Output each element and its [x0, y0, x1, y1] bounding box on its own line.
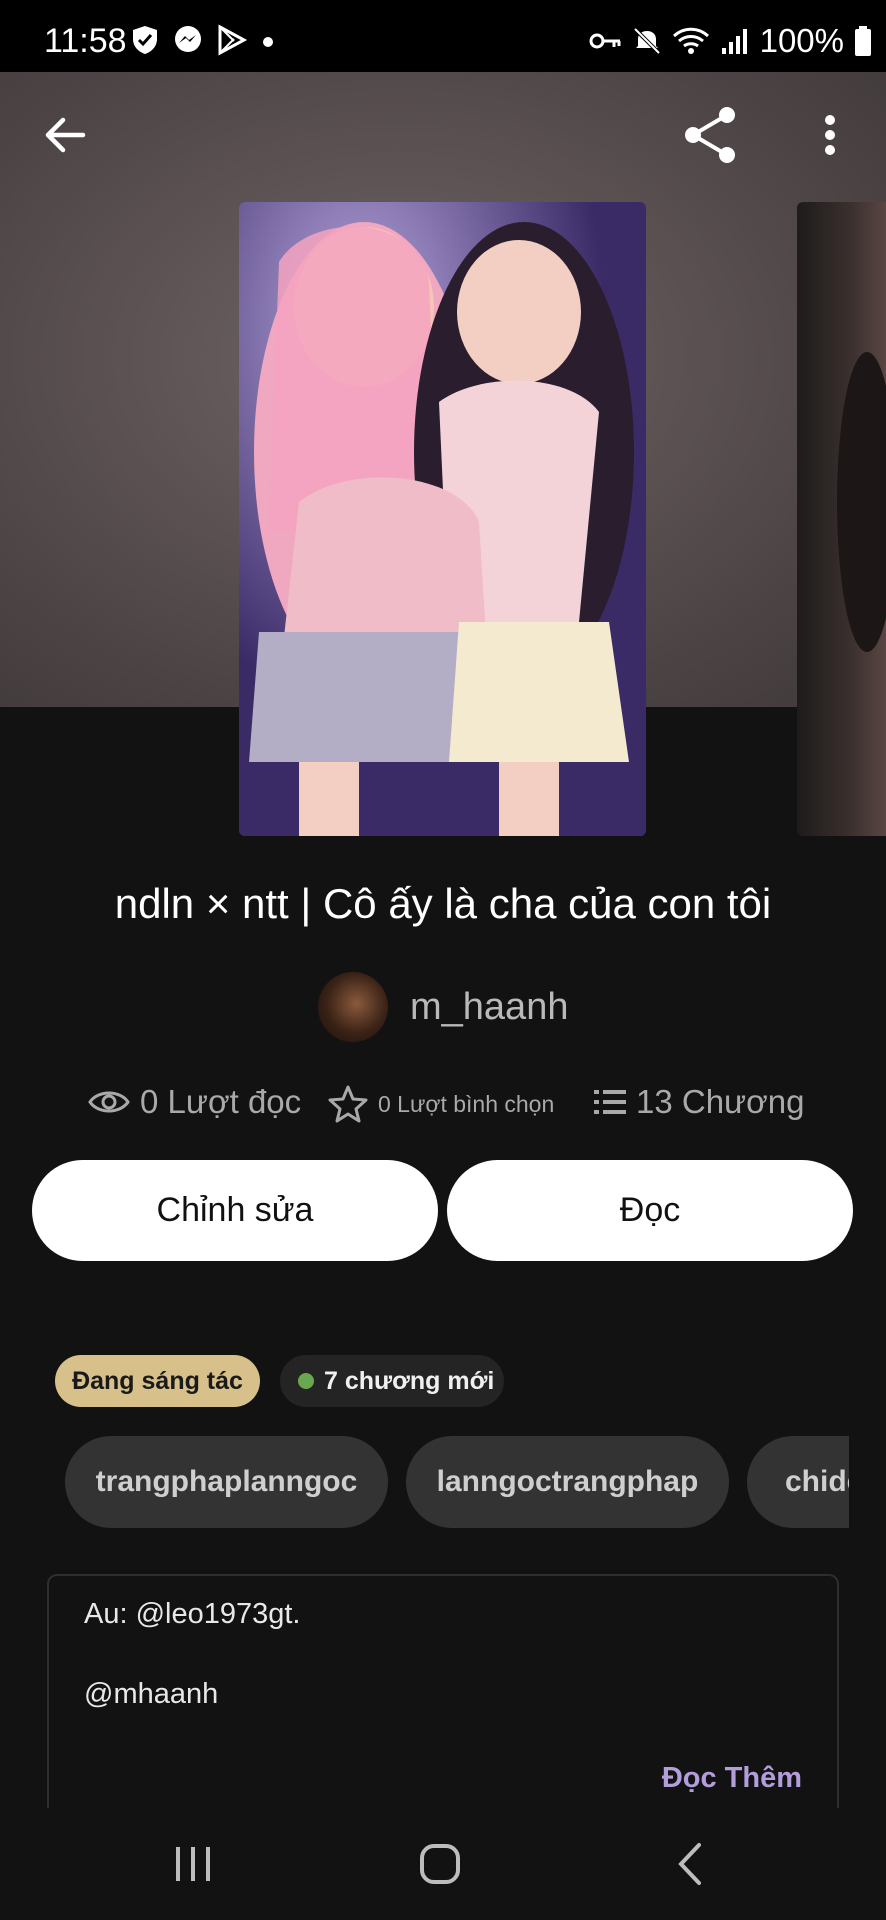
- story-description: Au: @leo1973gt. @mhaanh Đọc Thêm: [47, 1574, 839, 1814]
- battery-icon: [855, 26, 871, 56]
- home-icon: [420, 1844, 460, 1884]
- recent-apps-icon: [176, 1847, 210, 1881]
- back-nav-button[interactable]: [630, 1828, 750, 1900]
- system-nav-bar: [0, 1808, 886, 1920]
- tag-chip[interactable]: trangphaplanngoc: [65, 1436, 388, 1528]
- read-more-link[interactable]: Đọc Thêm: [662, 1762, 802, 1795]
- tag-chip[interactable]: chide: [747, 1436, 849, 1528]
- description-line: Au: @leo1973gt.: [84, 1598, 301, 1630]
- recent-apps-button[interactable]: [133, 1828, 253, 1900]
- tag-chip[interactable]: lanngoctrangphap: [406, 1436, 729, 1528]
- chevron-left-icon: [678, 1843, 701, 1885]
- description-line: @mhaanh: [84, 1678, 219, 1710]
- home-button[interactable]: [380, 1828, 500, 1900]
